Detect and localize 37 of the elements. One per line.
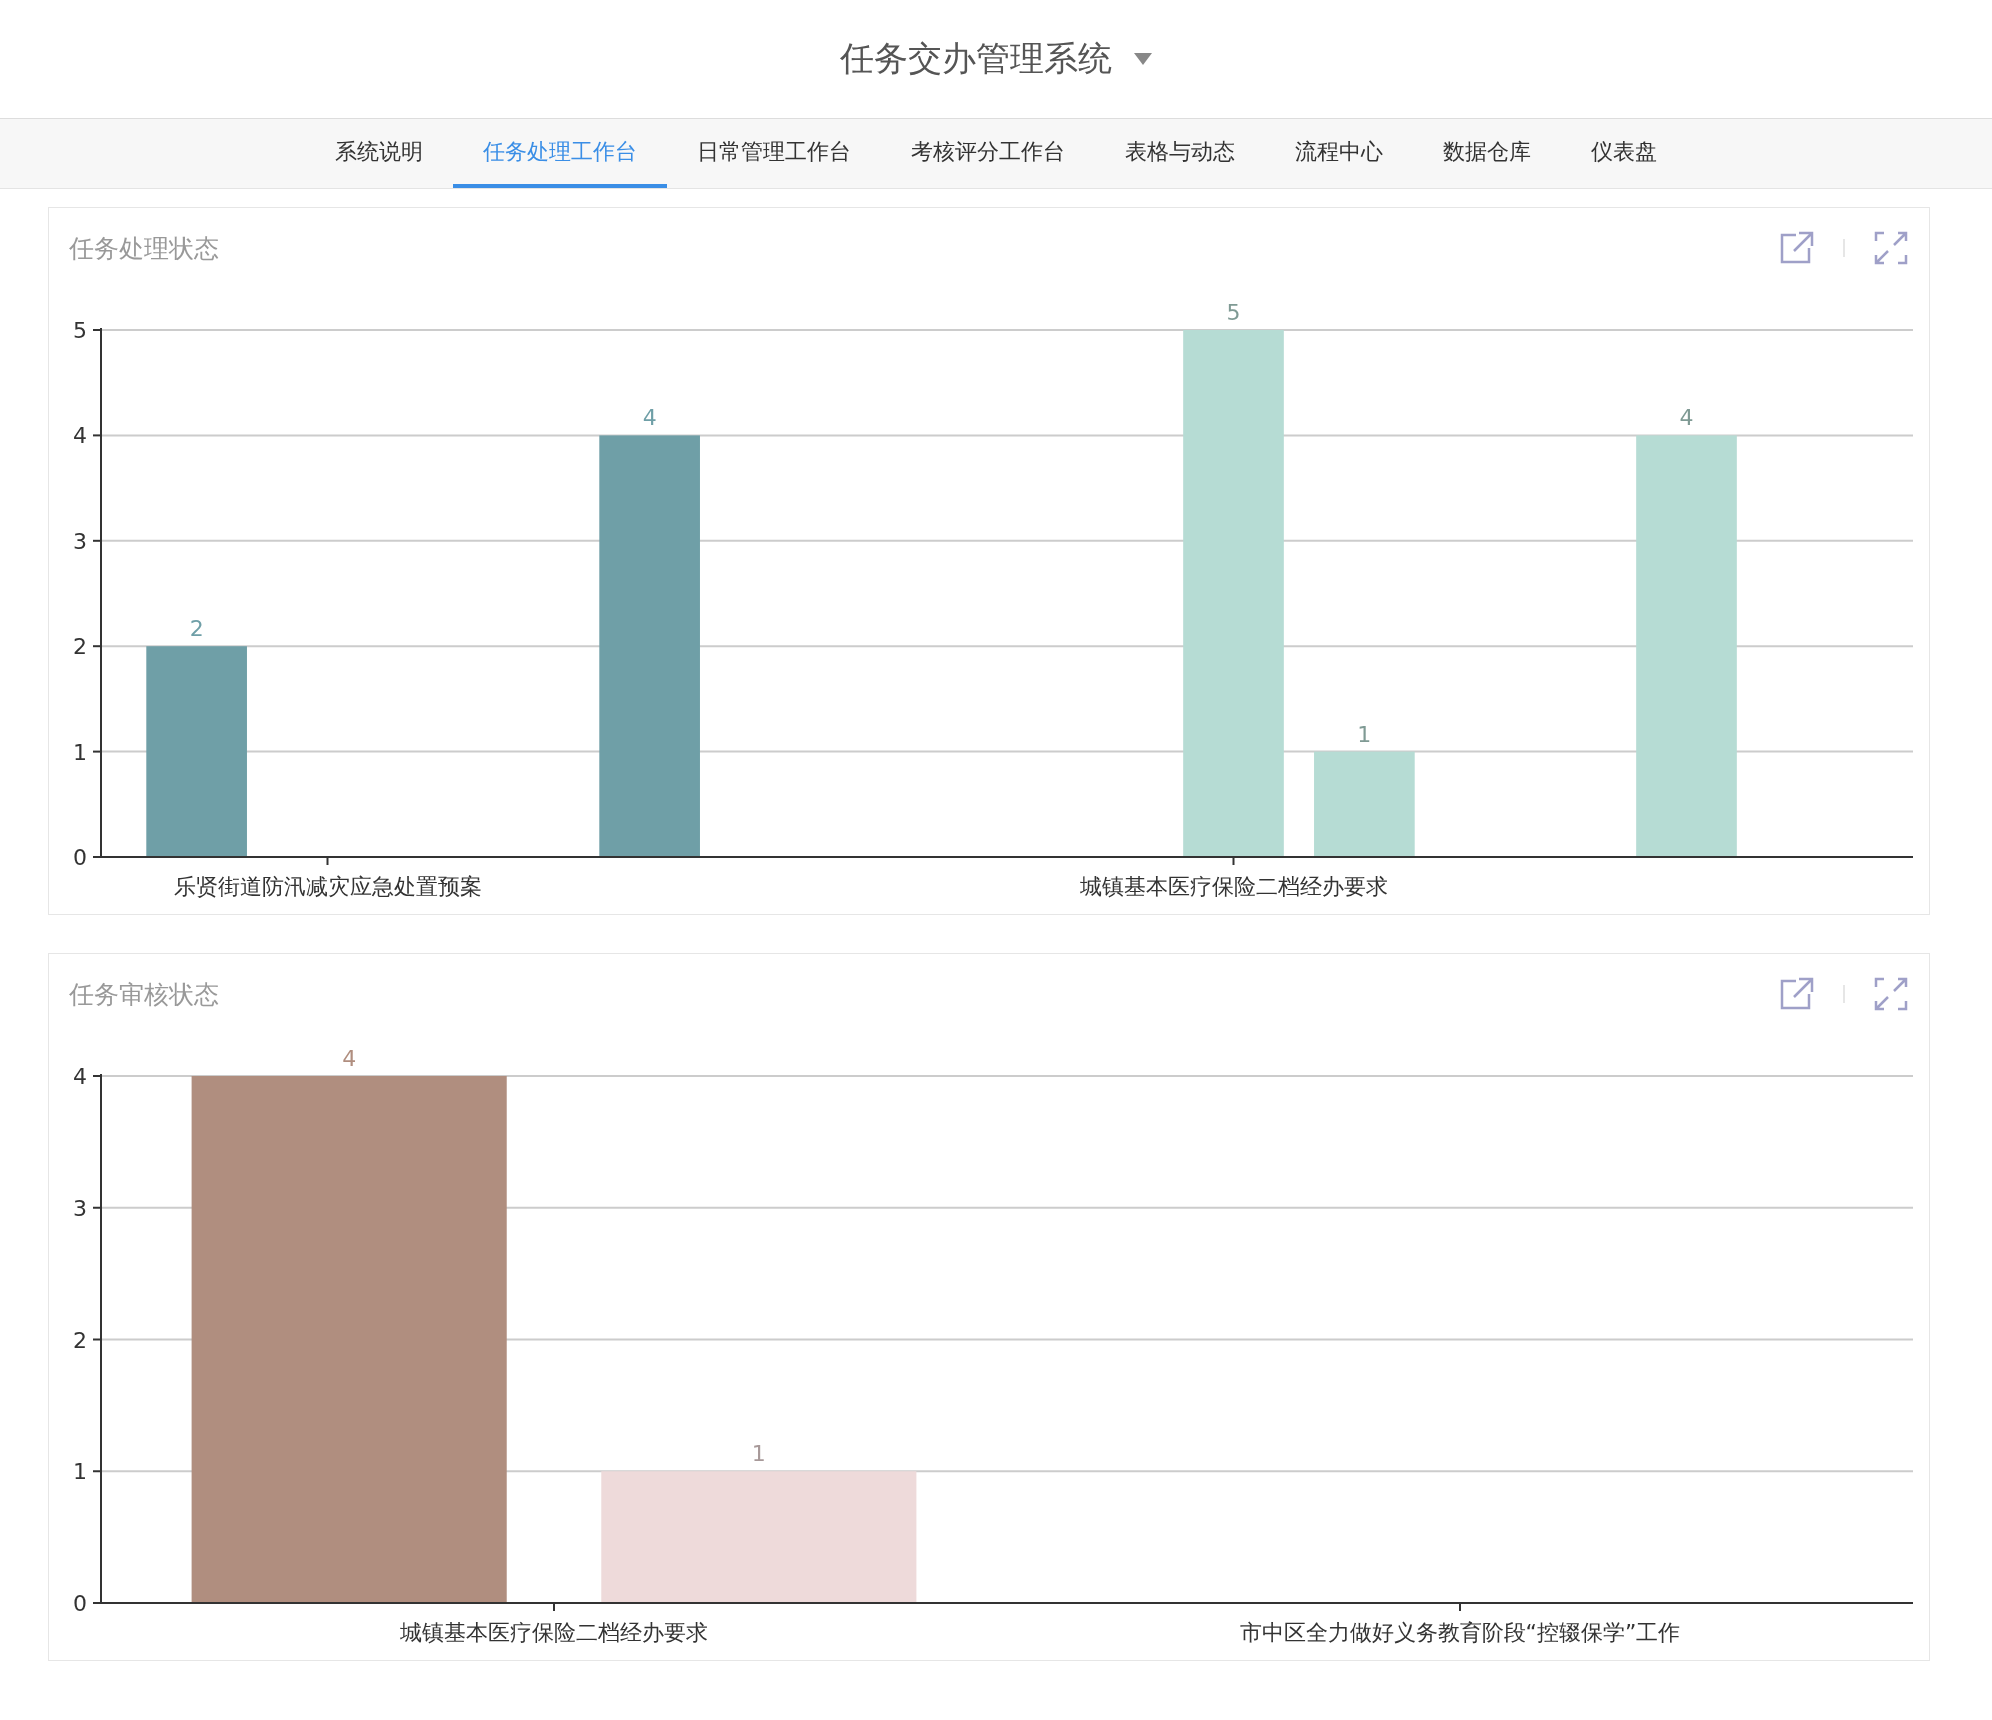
y-tick-label: 3: [73, 1195, 87, 1221]
caret-icon[interactable]: [1134, 53, 1152, 65]
bar-value-label: 1: [751, 1441, 766, 1467]
fullscreen-icon[interactable]: [1873, 976, 1909, 1012]
external-link-icon[interactable]: [1779, 230, 1815, 266]
bar-value-label: 1: [1357, 721, 1372, 747]
x-category-label: 市中区全力做好义务教育阶段“控辍保学”工作: [1239, 1620, 1681, 1645]
nav-tab[interactable]: 系统说明: [305, 119, 453, 188]
bar-value-label: 4: [642, 405, 657, 431]
x-category-label: 城镇基本医疗保险二档经办要求: [1079, 874, 1388, 899]
y-tick-label: 2: [73, 634, 87, 660]
card-title: 任务审核状态: [69, 978, 220, 1011]
y-tick-label: 0: [73, 845, 87, 870]
nav-tab[interactable]: 仪表盘: [1561, 119, 1687, 188]
y-tick-label: 1: [73, 739, 87, 765]
y-tick-label: 3: [73, 528, 87, 554]
y-tick-label: 1: [73, 1459, 87, 1485]
bar-value-label: 5: [1226, 300, 1241, 325]
nav-tab[interactable]: 流程中心: [1265, 119, 1413, 188]
y-tick-label: 2: [73, 1327, 87, 1353]
bar-value-label: 2: [189, 616, 204, 642]
fullscreen-icon[interactable]: [1873, 230, 1909, 266]
nav-tab[interactable]: 数据仓库: [1413, 119, 1561, 188]
y-tick-label: 0: [73, 1591, 87, 1616]
nav-tab[interactable]: 日常管理工作台: [667, 119, 881, 188]
nav-tab[interactable]: 考核评分工作台: [881, 119, 1095, 188]
y-tick-label: 5: [73, 318, 87, 343]
bar-value-label: 4: [342, 1046, 357, 1071]
x-category-label: 城镇基本医疗保险二档经办要求: [400, 1620, 708, 1645]
x-category-label: 乐贤街道防汛减灾应急处置预案: [173, 874, 482, 899]
app-title: 任务交办管理系统: [840, 37, 1112, 80]
external-link-icon[interactable]: [1779, 976, 1815, 1012]
bar-value-label: 4: [1679, 405, 1694, 431]
card-title: 任务处理状态: [69, 232, 220, 265]
y-tick-label: 4: [73, 1064, 87, 1089]
nav-tab[interactable]: 表格与动态: [1095, 119, 1265, 188]
y-tick-label: 4: [73, 423, 87, 449]
